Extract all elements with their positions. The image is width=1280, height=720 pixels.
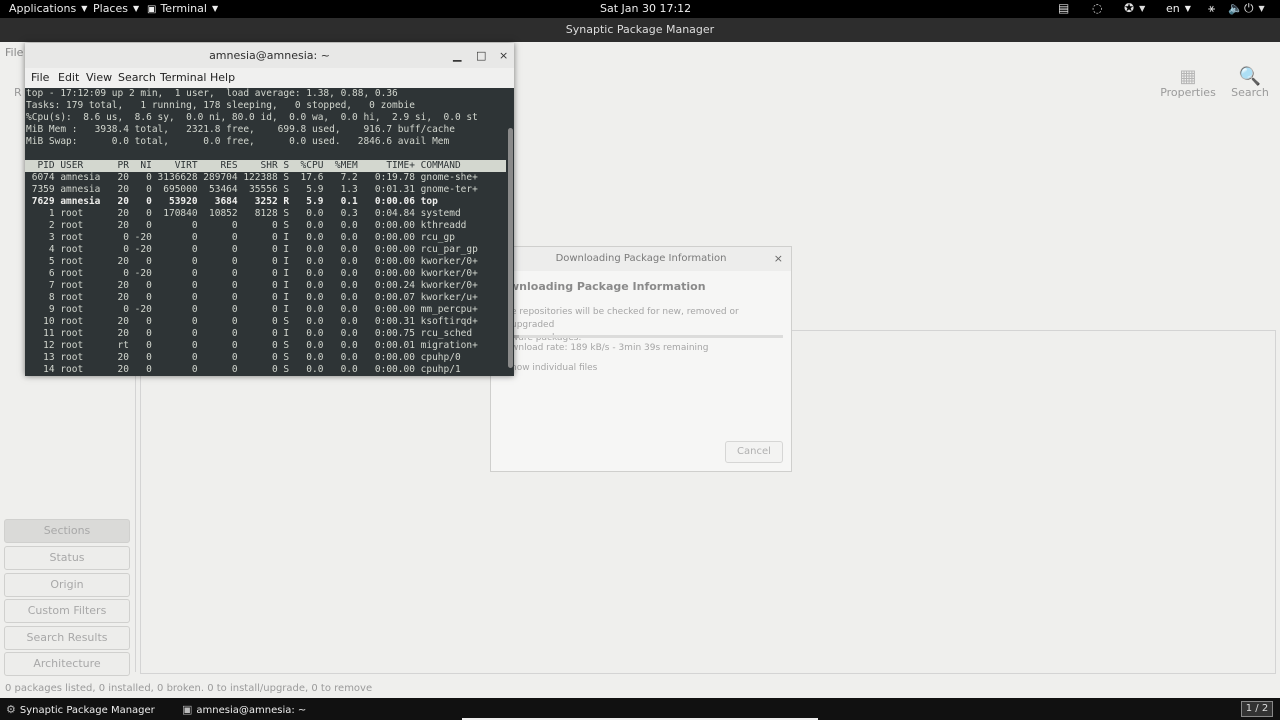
dialog-close-icon[interactable]: ×	[774, 247, 783, 271]
tor-onion-icon[interactable]: ◌	[1092, 1, 1102, 15]
process-table: 6074 amnesia 20 0 3136628 289704 122388 …	[25, 172, 506, 376]
task-terminal-label: amnesia@amnesia: ~	[196, 705, 307, 716]
dialog-heading: wnloading Package Information	[509, 280, 706, 293]
clock[interactable]: Sat Jan 30 17:12	[600, 2, 691, 15]
synaptic-titlebar: Synaptic Package Manager	[0, 18, 1280, 42]
terminal-titlebar: amnesia@amnesia: ~ ▁ □ ×	[25, 43, 514, 68]
left-pane-divider	[135, 374, 136, 672]
dialog-title: Downloading Package Information	[491, 247, 791, 271]
filter-status-button[interactable]: Status	[4, 546, 130, 570]
process-row: 7359 amnesia 20 0 695000 53464 35556 S 5…	[26, 184, 478, 195]
task-terminal[interactable]: ▣ amnesia@amnesia: ~	[182, 703, 306, 716]
sound-icon[interactable]: 🔈	[1228, 1, 1243, 15]
places-menu[interactable]: Places ▼	[93, 2, 139, 15]
dropdown-arrow-icon: ▼	[1184, 4, 1191, 13]
clipboard-icon[interactable]: ▤	[1058, 1, 1069, 15]
terminal-menu-file[interactable]: File	[31, 71, 49, 84]
search-label: Search	[1231, 86, 1269, 99]
cancel-button[interactable]: Cancel	[725, 441, 783, 463]
top-summary-line: Tasks: 179 total, 1 running, 178 sleepin…	[26, 100, 415, 111]
properties-icon: ▦	[1179, 66, 1197, 87]
top-summary-line: MiB Swap: 0.0 total, 0.0 free, 0.0 used.…	[26, 136, 450, 147]
top-bar: Applications ▼ Places ▼ ▣ Terminal ▼ Sat Jan…	[0, 0, 1280, 18]
properties-label: Properties	[1160, 86, 1216, 99]
search-button[interactable]: 🔍 Search	[1220, 66, 1280, 99]
filter-sections-button[interactable]: Sections	[4, 519, 130, 543]
maximize-icon[interactable]: □	[476, 43, 486, 68]
terminal-icon: ▣	[147, 4, 157, 15]
menu-file[interactable]: File	[5, 46, 23, 59]
process-row: 4 root 0 -20 0 0 0 I 0.0 0.0 0:00.00 rcu…	[26, 244, 478, 255]
show-individual-files-expander[interactable]: how individual files	[511, 363, 597, 373]
filter-custom-button[interactable]: Custom Filters	[4, 599, 130, 623]
dropdown-arrow-icon: ▼	[81, 4, 88, 13]
dropdown-arrow-icon: ▼	[132, 4, 140, 13]
filter-origin-button[interactable]: Origin	[4, 573, 130, 597]
process-row: 7629 amnesia 20 0 53920 3684 3252 R 5.9 …	[26, 196, 438, 207]
status-bar: 0 packages listed, 0 installed, 0 broken…	[5, 683, 373, 694]
process-row: 11 root 20 0 0 0 0 I 0.0 0.0 0:00.75 rcu…	[26, 328, 473, 339]
terminal-menu-help[interactable]: Help	[210, 71, 235, 84]
download-progress-bar	[511, 335, 783, 338]
top-summary-line: MiB Mem : 3938.4 total, 2321.8 free, 699…	[26, 124, 455, 135]
language-menu[interactable]: en ▼	[1166, 2, 1191, 15]
terminal-menu-search[interactable]: Search	[118, 71, 156, 84]
download-rate: wnload rate: 189 kB/s - 3min 39s remaini…	[511, 343, 709, 353]
reload-button-partial[interactable]: R	[14, 86, 22, 99]
filter-architecture-button[interactable]: Architecture	[4, 652, 130, 676]
terminal-icon: ▣	[182, 703, 193, 716]
task-synaptic-label: Synaptic Package Manager	[19, 705, 155, 716]
applications-menu[interactable]: Applications ▼	[9, 2, 87, 15]
terminal-title: amnesia@amnesia: ~	[209, 49, 330, 62]
download-dialog: Downloading Package Information × wnload…	[490, 246, 792, 472]
terminal-menu-terminal[interactable]: Terminal	[160, 71, 207, 84]
task-synaptic[interactable]: ⚙ Synaptic Package Manager	[6, 703, 155, 716]
top-summary-line: top - 17:12:09 up 2 min, 1 user, load av…	[26, 88, 398, 99]
terminal-menubar: File Edit View Search Terminal Help	[25, 68, 514, 88]
terminal-scrollbar[interactable]	[506, 88, 514, 376]
terminal-app-menu[interactable]: ▣ Terminal ▼	[147, 2, 218, 15]
process-row: 9 root 0 -20 0 0 0 I 0.0 0.0 0:00.00 mm_…	[26, 304, 478, 315]
process-row: 1 root 20 0 170840 10852 8128 S 0.0 0.3 …	[26, 208, 461, 219]
terminal-menu-view[interactable]: View	[86, 71, 112, 84]
terminal-window: amnesia@amnesia: ~ ▁ □ × File Edit View …	[25, 43, 514, 376]
terminal-menu-edit[interactable]: Edit	[58, 71, 79, 84]
process-row: 3 root 0 -20 0 0 0 I 0.0 0.0 0:00.00 rcu…	[26, 232, 455, 243]
process-row: 10 root 20 0 0 0 0 S 0.0 0.0 0:00.31 kso…	[26, 316, 478, 327]
process-table-header: PID USER PR NI VIRT RES SHR S %CPU %MEM …	[25, 160, 506, 172]
places-label: Places	[93, 2, 128, 15]
terminal-output[interactable]: top - 17:12:09 up 2 min, 1 user, load av…	[25, 88, 506, 376]
applications-label: Applications	[9, 2, 77, 15]
process-row: 7 root 20 0 0 0 0 I 0.0 0.0 0:00.24 kwor…	[26, 280, 478, 291]
filter-search-results-button[interactable]: Search Results	[4, 626, 130, 650]
language-label: en	[1166, 2, 1180, 15]
process-row: 12 root rt 0 0 0 0 S 0.0 0.0 0:00.01 mig…	[26, 340, 478, 351]
process-row: 6 root 0 -20 0 0 0 I 0.0 0.0 0:00.00 kwo…	[26, 268, 478, 279]
dialog-description: e repositories will be checked for new, …	[511, 307, 739, 343]
process-row: 14 root 20 0 0 0 0 S 0.0 0.0 0:00.00 cpu…	[26, 364, 461, 375]
network-icon[interactable]: ⚹	[1208, 1, 1215, 16]
accessibility-icon[interactable]: ✪ ▼	[1124, 1, 1145, 15]
process-row: 6074 amnesia 20 0 3136628 289704 122388 …	[26, 172, 478, 183]
close-icon[interactable]: ×	[499, 43, 508, 68]
process-row: 8 root 20 0 0 0 0 I 0.0 0.0 0:00.07 kwor…	[26, 292, 478, 303]
scrollbar-thumb[interactable]	[508, 128, 513, 368]
terminal-app-label: Terminal	[160, 2, 207, 15]
process-row: 13 root 20 0 0 0 0 S 0.0 0.0 0:00.00 cpu…	[26, 352, 461, 363]
dropdown-arrow-icon: ▼	[211, 4, 219, 13]
process-row: 5 root 20 0 0 0 0 I 0.0 0.0 0:00.00 kwor…	[26, 256, 478, 267]
synaptic-icon: ⚙	[6, 703, 16, 716]
taskbar: ⚙ Synaptic Package Manager ▣ amnesia@amnes…	[0, 698, 1280, 720]
power-icon[interactable]: ⏻ ▼	[1244, 1, 1265, 16]
search-icon: 🔍	[1238, 66, 1262, 87]
properties-button[interactable]: ▦ Properties	[1158, 66, 1218, 99]
top-summary-line: %Cpu(s): 8.6 us, 8.6 sy, 0.0 ni, 80.0 id…	[26, 112, 478, 123]
workspace-switcher[interactable]: 1 / 2	[1241, 701, 1273, 717]
process-row: 2 root 20 0 0 0 0 S 0.0 0.0 0:00.00 kthr…	[26, 220, 467, 231]
minimize-icon[interactable]: ▁	[453, 43, 461, 68]
